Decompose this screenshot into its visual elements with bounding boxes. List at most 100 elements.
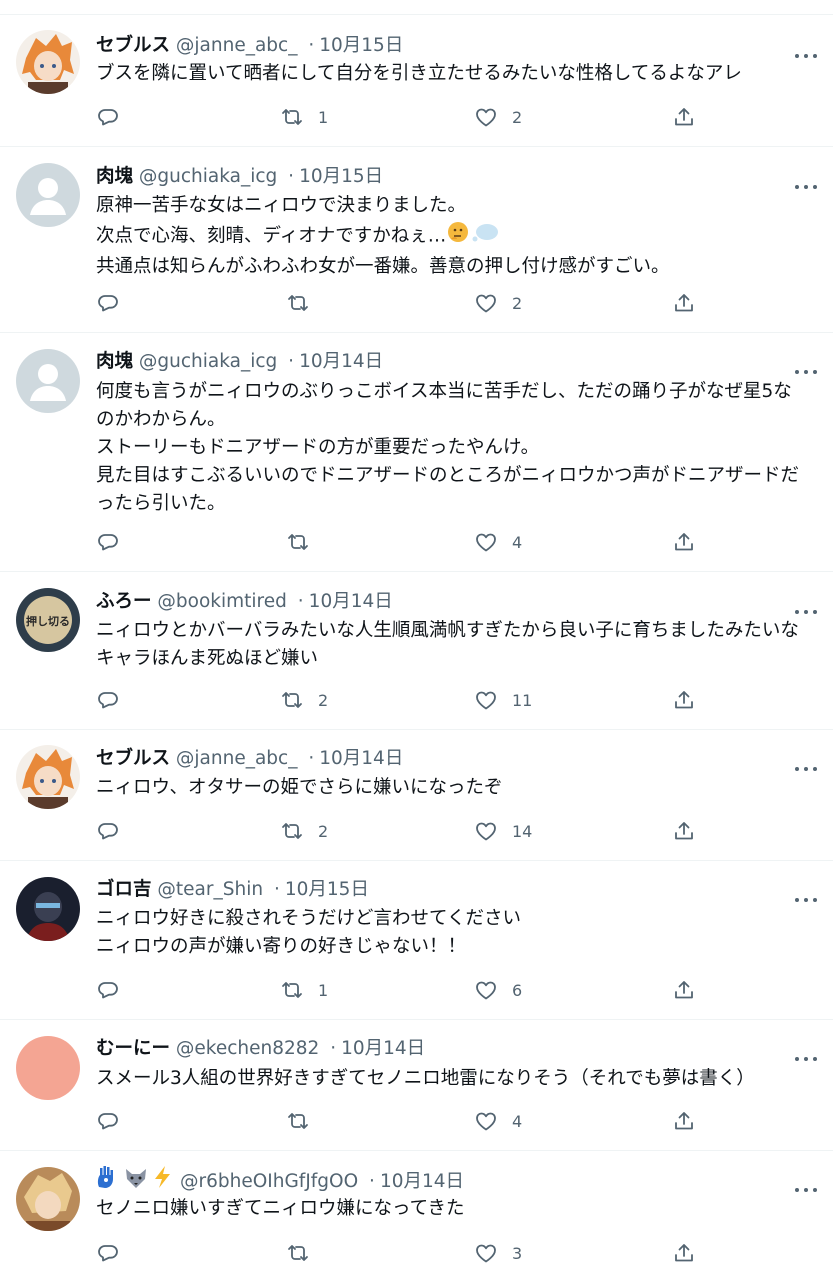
display-name[interactable]: 肉塊 (96, 351, 133, 372)
display-name[interactable]: むーにー (96, 1038, 170, 1059)
like-count: 6 (512, 980, 523, 1000)
user-handle[interactable]: @guchiaka_icg (139, 166, 277, 187)
tweet[interactable]: セブルス @janne_abc_ · 10月15日 ブスを隣に置いて晒者にして自分… (0, 15, 833, 147)
retweet-button[interactable] (286, 1106, 324, 1136)
like-button[interactable]: 6 (474, 975, 522, 1005)
tweet-text: ニィロウ、オタサーの姫でさらに嫌いになったぞ (96, 774, 816, 802)
share-button[interactable] (672, 975, 696, 1005)
tweet-date[interactable]: 10月15日 (299, 166, 383, 187)
like-button[interactable]: 2 (474, 288, 522, 318)
share-button[interactable] (672, 685, 696, 715)
action-bar: 1 2 (0, 102, 833, 132)
retweet-button[interactable]: 2 (280, 816, 328, 846)
tweet-header: セブルス @janne_abc_ · 10月15日 (96, 31, 403, 61)
like-button[interactable]: 3 (474, 1238, 522, 1268)
tweet-header: セブルス @janne_abc_ · 10月14日 (96, 744, 403, 774)
retweet-icon (282, 982, 302, 998)
tweet-line: ニィロウの声が嫌い寄りの好きじゃない！！ (96, 936, 467, 957)
wolf-emoji (126, 1169, 146, 1188)
reply-button[interactable] (96, 685, 120, 715)
retweet-button[interactable] (286, 527, 324, 557)
user-handle[interactable]: @r6bheOIhGfJfgOO (180, 1171, 358, 1192)
share-button[interactable] (672, 527, 696, 557)
like-icon (476, 981, 496, 1000)
tweet-date[interactable]: 10月14日 (319, 748, 403, 769)
display-name[interactable]: ふろー (96, 591, 152, 612)
reply-icon (98, 1245, 118, 1262)
tweet-text: ブスを隣に置いて晒者にして自分を引き立たせるみたいな性格してるよなアレ (96, 60, 816, 88)
reply-button[interactable] (96, 816, 120, 846)
avatar[interactable] (16, 1036, 80, 1100)
like-button[interactable]: 4 (474, 1106, 522, 1136)
reply-icon (98, 295, 118, 312)
avatar[interactable] (16, 349, 80, 413)
avatar[interactable]: 押し切る (16, 588, 80, 652)
share-button[interactable] (672, 1238, 696, 1268)
tweet-line: 原神一苦手な女はニィロウで決まりました。 (96, 195, 467, 216)
tweet[interactable]: 肉塊 @guchiaka_icg · 10月14日 何度も言うがニィロウのぶりっこ… (0, 333, 833, 572)
tweet[interactable]: @r6bheOIhGfJfgOO · 10月14日 セノニロ嫌いすぎてニィロウ嫌に… (0, 1151, 833, 1280)
avatar[interactable] (16, 745, 80, 809)
tweet-date[interactable]: 10月14日 (299, 351, 383, 372)
reply-button[interactable] (96, 527, 120, 557)
display-name[interactable]: 肉塊 (96, 166, 133, 187)
tweet-text: 原神一苦手な女はニィロウで決まりました。 次点で心海、刻晴、ディオナですかねぇ…… (96, 192, 816, 281)
like-button[interactable]: 11 (474, 685, 532, 715)
retweet-button[interactable] (286, 288, 324, 318)
user-handle[interactable]: @janne_abc_ (176, 748, 298, 769)
user-handle[interactable]: @ekechen8282 (176, 1038, 319, 1059)
display-name[interactable]: ゴロ吉 (96, 879, 152, 900)
avatar[interactable] (16, 877, 80, 941)
lightning-emoji (155, 1166, 170, 1188)
user-handle[interactable]: @bookimtired (157, 591, 286, 612)
share-icon (675, 1244, 693, 1262)
tweet[interactable]: 押し切る ふろー @bookimtired · 10月14日 ニィロウとかバーバラ… (0, 572, 833, 730)
tweet-date[interactable]: 10月14日 (341, 1038, 425, 1059)
reply-button[interactable] (96, 102, 120, 132)
user-handle[interactable]: @tear_Shin (157, 879, 263, 900)
retweet-icon (288, 1113, 308, 1129)
avatar[interactable] (16, 1167, 80, 1231)
tweet-line: ったら引いた。 (96, 493, 226, 514)
reply-button[interactable] (96, 975, 120, 1005)
share-button[interactable] (672, 288, 696, 318)
tweet-text: ニィロウとかバーバラみたいな人生順風満帆すぎたから良い子に育ちましたみたいな キ… (96, 617, 816, 673)
like-button[interactable]: 2 (474, 102, 522, 132)
avatar[interactable] (16, 30, 80, 94)
reply-button[interactable] (96, 288, 120, 318)
retweet-button[interactable]: 2 (280, 685, 328, 715)
retweet-button[interactable]: 1 (280, 975, 328, 1005)
tweet-date[interactable]: 10月15日 (285, 879, 369, 900)
like-count: 11 (512, 690, 533, 710)
display-name[interactable]: セブルス (96, 35, 170, 56)
share-button[interactable] (672, 816, 696, 846)
reply-button[interactable] (96, 1238, 120, 1268)
reply-icon (98, 982, 118, 999)
tweet-header: 肉塊 @guchiaka_icg · 10月15日 (96, 162, 383, 192)
reply-icon (98, 1113, 118, 1130)
like-icon (476, 533, 496, 552)
like-icon (476, 294, 496, 313)
avatar[interactable] (16, 163, 80, 227)
tweet-date[interactable]: 10月15日 (319, 35, 403, 56)
tweet-date[interactable]: 10月14日 (380, 1171, 464, 1192)
retweet-icon (288, 295, 308, 311)
user-handle[interactable]: @janne_abc_ (176, 35, 298, 56)
tweet-date[interactable]: 10月14日 (309, 591, 393, 612)
like-button[interactable]: 4 (474, 527, 522, 557)
tweet-line: 何度も言うがニィロウのぶりっこボイス本当に苦手だし、ただの踊り子がなぜ星5な (96, 381, 792, 402)
tweet-line: ニィロウとかバーバラみたいな人生順風満帆すぎたから良い子に育ちましたみたいな (96, 620, 799, 641)
tweet[interactable]: むーにー @ekechen8282 · 10月14日 スメール3人組の世界好きすぎ… (0, 1020, 833, 1151)
like-button[interactable]: 14 (474, 816, 532, 846)
share-button[interactable] (672, 102, 696, 132)
retweet-button[interactable] (286, 1238, 324, 1268)
tweet[interactable]: セブルス @janne_abc_ · 10月14日 ニィロウ、オタサーの姫でさらに… (0, 730, 833, 861)
display-name[interactable]: セブルス (96, 748, 170, 769)
user-handle[interactable]: @guchiaka_icg (139, 351, 277, 372)
tweet-line: キャラほんま死ぬほど嫌い (96, 648, 319, 669)
share-button[interactable] (672, 1106, 696, 1136)
reply-button[interactable] (96, 1106, 120, 1136)
tweet[interactable]: ゴロ吉 @tear_Shin · 10月15日 ニィロウ好きに殺されそうだけど言わ… (0, 861, 833, 1020)
tweet[interactable]: 肉塊 @guchiaka_icg · 10月15日 原神一苦手な女はニィロウで決ま… (0, 147, 833, 333)
retweet-button[interactable]: 1 (280, 102, 328, 132)
